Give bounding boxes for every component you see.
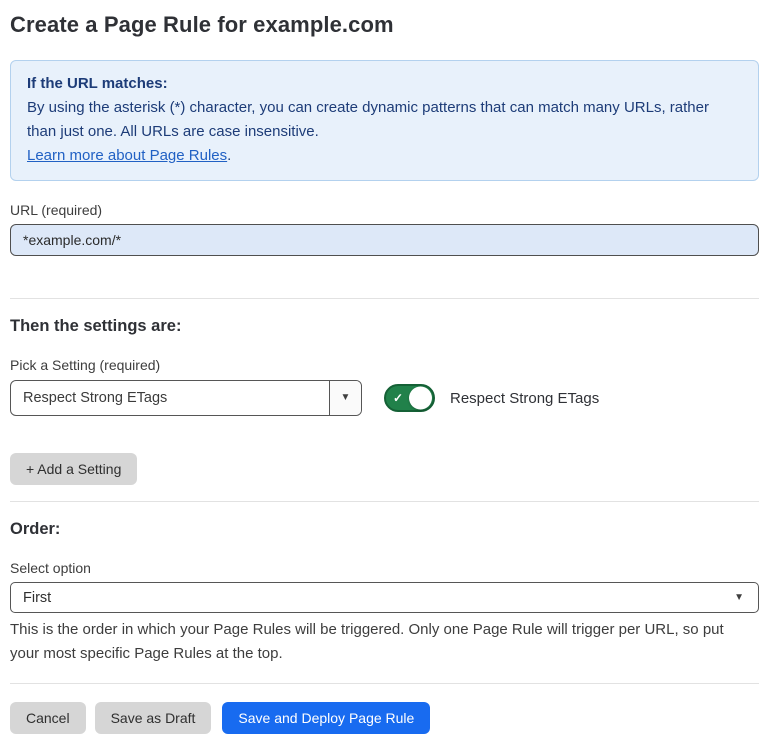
order-select[interactable]: First ▼ [10, 582, 759, 613]
footer-actions: Cancel Save as Draft Save and Deploy Pag… [10, 702, 759, 734]
info-box-heading: If the URL matches: [27, 72, 742, 96]
info-box-link-line: Learn more about Page Rules. [27, 144, 742, 168]
url-match-info-box: If the URL matches: By using the asteris… [10, 60, 759, 181]
setting-toggle[interactable]: ✓ [384, 384, 435, 412]
setting-row: Respect Strong ETags ▼ ✓ Respect Strong … [10, 380, 759, 416]
learn-more-link[interactable]: Learn more about Page Rules [27, 147, 227, 164]
url-input[interactable] [10, 224, 759, 256]
divider [10, 298, 759, 299]
add-setting-button[interactable]: + Add a Setting [10, 453, 137, 485]
setting-select[interactable]: Respect Strong ETags ▼ [10, 380, 362, 416]
url-field-label: URL (required) [10, 202, 759, 218]
setting-toggle-group: ✓ Respect Strong ETags [384, 384, 599, 412]
page-rule-form: Create a Page Rule for example.com If th… [0, 0, 769, 734]
setting-select-value: Respect Strong ETags [11, 390, 329, 406]
settings-section-heading: Then the settings are: [10, 317, 759, 336]
order-select-value: First [11, 590, 734, 606]
save-draft-button[interactable]: Save as Draft [95, 702, 212, 734]
setting-toggle-label: Respect Strong ETags [450, 390, 599, 407]
chevron-down-icon: ▼ [341, 393, 351, 403]
chevron-down-icon: ▼ [734, 593, 744, 603]
order-section-heading: Order: [10, 520, 759, 539]
cancel-button[interactable]: Cancel [10, 702, 86, 734]
toggle-knob [409, 387, 432, 410]
pick-setting-label: Pick a Setting (required) [10, 357, 759, 373]
check-icon: ✓ [393, 391, 403, 405]
divider [10, 683, 759, 684]
info-box-body: By using the asterisk (*) character, you… [27, 96, 742, 144]
link-suffix: . [227, 147, 231, 164]
order-help-text: This is the order in which your Page Rul… [10, 618, 755, 666]
page-title: Create a Page Rule for example.com [10, 8, 759, 38]
divider [10, 501, 759, 502]
save-deploy-button[interactable]: Save and Deploy Page Rule [222, 702, 430, 734]
order-select-label: Select option [10, 560, 759, 576]
setting-select-caret-segment[interactable]: ▼ [329, 381, 361, 415]
